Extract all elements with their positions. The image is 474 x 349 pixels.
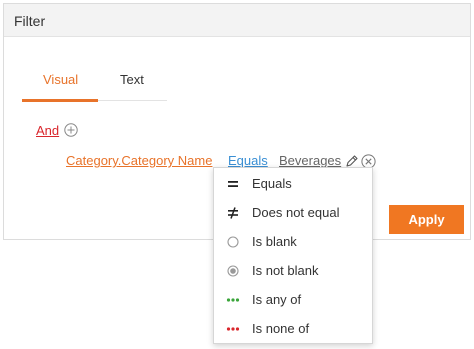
tab-text[interactable]: Text — [120, 72, 144, 87]
operator-dropdown: Equals Does not equal Is blank Is not bl… — [213, 167, 373, 344]
panel-header: Filter — [4, 4, 470, 37]
apply-button[interactable]: Apply — [389, 205, 464, 234]
dropdown-item-is-blank[interactable]: Is blank — [214, 227, 372, 256]
dropdown-item-label: Is blank — [252, 234, 297, 249]
filled-radio-icon — [227, 265, 239, 277]
dropdown-item-equals[interactable]: Equals — [214, 169, 372, 198]
filter-tabs: Visual Text — [22, 59, 167, 102]
dropdown-item-is-any-of[interactable]: Is any of — [214, 285, 372, 314]
dropdown-item-is-none-of[interactable]: Is none of — [214, 314, 372, 343]
dropdown-item-label: Does not equal — [252, 205, 340, 220]
green-dots-icon — [226, 298, 240, 302]
not-equal-icon — [228, 207, 238, 219]
dropdown-item-is-not-blank[interactable]: Is not blank — [214, 256, 372, 285]
active-tab-indicator — [22, 99, 98, 102]
red-dots-icon — [226, 327, 240, 331]
dropdown-item-label: Is none of — [252, 321, 310, 336]
empty-radio-icon — [227, 236, 239, 248]
logic-operator-link[interactable]: And — [36, 123, 59, 138]
dropdown-item-label: Is any of — [252, 292, 302, 307]
panel-title: Filter — [14, 13, 46, 29]
dropdown-item-label: Is not blank — [252, 263, 319, 278]
value-link[interactable]: Beverages — [279, 153, 341, 168]
operator-link[interactable]: Equals — [228, 153, 268, 168]
field-name-link[interactable]: Category.Category Name — [66, 153, 212, 168]
add-condition-icon[interactable] — [64, 123, 78, 137]
equals-icon — [228, 181, 238, 187]
dropdown-item-label: Equals — [252, 176, 292, 191]
edit-icon[interactable] — [345, 154, 359, 168]
tab-visual[interactable]: Visual — [43, 72, 78, 87]
dropdown-item-does-not-equal[interactable]: Does not equal — [214, 198, 372, 227]
